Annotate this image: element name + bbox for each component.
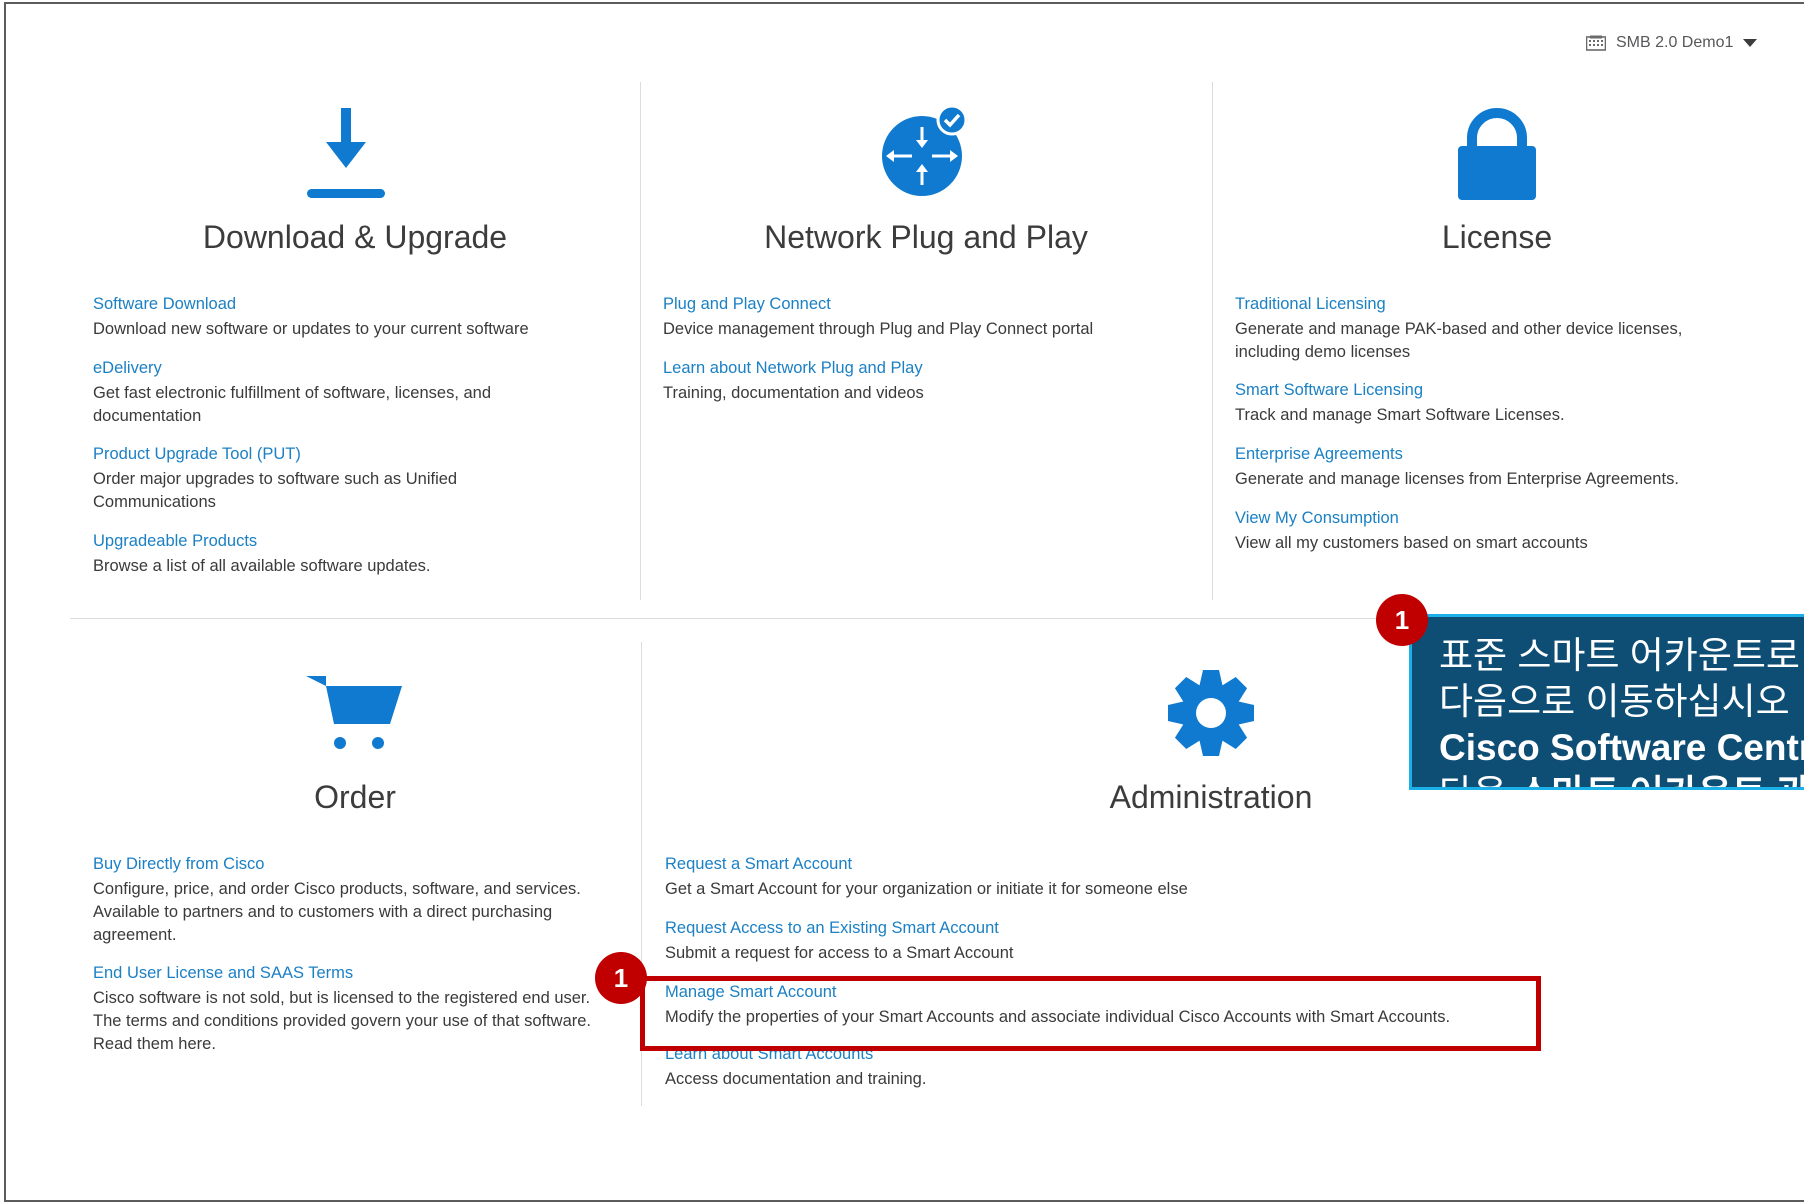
step-badge: 1 [1376, 594, 1428, 646]
list-item: eDelivery Get fast electronic fulfillmen… [93, 357, 553, 428]
link-description: Device management through Plug and Play … [663, 320, 1094, 338]
link-buy-directly[interactable]: Buy Directly from Cisco [93, 853, 638, 876]
link-description: Generate and manage licenses from Enterp… [1235, 470, 1679, 488]
link-description: Generate and manage PAK-based and other … [1235, 320, 1683, 361]
padlock-icon [1458, 106, 1536, 205]
callout-line: 다음으로 이동하십시오 [1439, 681, 1790, 722]
list-item: Request a Smart Account Get a Smart Acco… [665, 853, 1565, 901]
list-item: Learn about Network Plug and Play Traini… [663, 357, 1203, 405]
link-learn-network-pnp[interactable]: Learn about Network Plug and Play [663, 357, 1203, 380]
list-item: Software Download Download new software … [93, 293, 633, 341]
list-item: Buy Directly from Cisco Configure, price… [93, 853, 638, 947]
list-item: Plug and Play Connect Device management … [663, 293, 1203, 341]
link-description: Submit a request for access to a Smart A… [665, 944, 1014, 962]
link-end-user-license[interactable]: End User License and SAAS Terms [93, 962, 613, 985]
link-description: Order major upgrades to software such as… [93, 470, 458, 511]
link-description: Get a Smart Account for your organizatio… [665, 880, 1188, 898]
tile-title-download: Download & Upgrade [202, 219, 508, 255]
link-description: Access documentation and training. [665, 1070, 927, 1088]
gear-icon [1164, 666, 1258, 765]
download-icon [306, 106, 386, 207]
building-icon [1586, 35, 1606, 51]
link-enterprise-agreements[interactable]: Enterprise Agreements [1235, 443, 1775, 466]
callout-line: 표준 스마트 어카운트로 [1439, 635, 1800, 676]
tile-title-license: License [1441, 219, 1553, 255]
link-description: Get fast electronic fulfillment of softw… [93, 384, 492, 425]
link-software-download[interactable]: Software Download [93, 293, 633, 316]
link-view-my-consumption[interactable]: View My Consumption [1235, 507, 1775, 530]
link-description: Configure, price, and order Cisco produc… [93, 880, 581, 944]
callout-line: Cisco Software Central [1439, 727, 1804, 768]
highlight-box [640, 976, 1541, 1051]
tile-title-pnp: Network Plug and Play [764, 219, 1088, 255]
list-item: End User License and SAAS Terms Cisco so… [93, 962, 613, 1056]
link-edelivery[interactable]: eDelivery [93, 357, 553, 380]
step-badge: 1 [595, 952, 647, 1004]
link-upgradeable-products[interactable]: Upgradeable Products [93, 530, 633, 553]
instruction-callout: 표준 스마트 어카운트로 다음으로 이동하십시오 Cisco Software … [1409, 614, 1804, 790]
link-description: Track and manage Smart Software Licenses… [1235, 406, 1565, 424]
network-router-check-icon [878, 104, 968, 201]
caret-down-icon [1743, 39, 1758, 47]
link-description: Training, documentation and videos [663, 384, 924, 402]
link-description: View all my customers based on smart acc… [1235, 534, 1588, 552]
link-product-upgrade-tool[interactable]: Product Upgrade Tool (PUT) [93, 443, 533, 466]
link-request-smart-account[interactable]: Request a Smart Account [665, 853, 1565, 876]
shopping-cart-icon [306, 676, 402, 755]
link-description: Browse a list of all available software … [93, 557, 431, 575]
link-description: Cisco software is not sold, but is licen… [93, 989, 592, 1053]
list-item: Traditional Licensing Generate and manag… [1235, 293, 1735, 364]
link-plug-and-play-connect[interactable]: Plug and Play Connect [663, 293, 1203, 316]
link-smart-software-licensing[interactable]: Smart Software Licensing [1235, 379, 1775, 402]
list-item: Product Upgrade Tool (PUT) Order major u… [93, 443, 533, 514]
tile-title-order: Order [314, 779, 396, 815]
list-item: View My Consumption View all my customer… [1235, 507, 1775, 555]
list-item: Upgradeable Products Browse a list of al… [93, 530, 633, 578]
callout-line: 다음 스마트 어카운트 관리 [1439, 771, 1804, 787]
link-description: Download new software or updates to your… [93, 320, 529, 338]
tile-title-administration: Administration [1109, 779, 1313, 815]
link-request-access-smart-account[interactable]: Request Access to an Existing Smart Acco… [665, 917, 1565, 940]
list-item: Enterprise Agreements Generate and manag… [1235, 443, 1775, 491]
column-divider [640, 82, 641, 600]
account-name: SMB 2.0 Demo1 [1616, 34, 1734, 51]
link-traditional-licensing[interactable]: Traditional Licensing [1235, 293, 1735, 316]
list-item: Request Access to an Existing Smart Acco… [665, 917, 1565, 965]
account-selector[interactable]: SMB 2.0 Demo1 [1586, 34, 1758, 52]
column-divider [1212, 82, 1213, 600]
list-item: Smart Software Licensing Track and manag… [1235, 379, 1775, 427]
